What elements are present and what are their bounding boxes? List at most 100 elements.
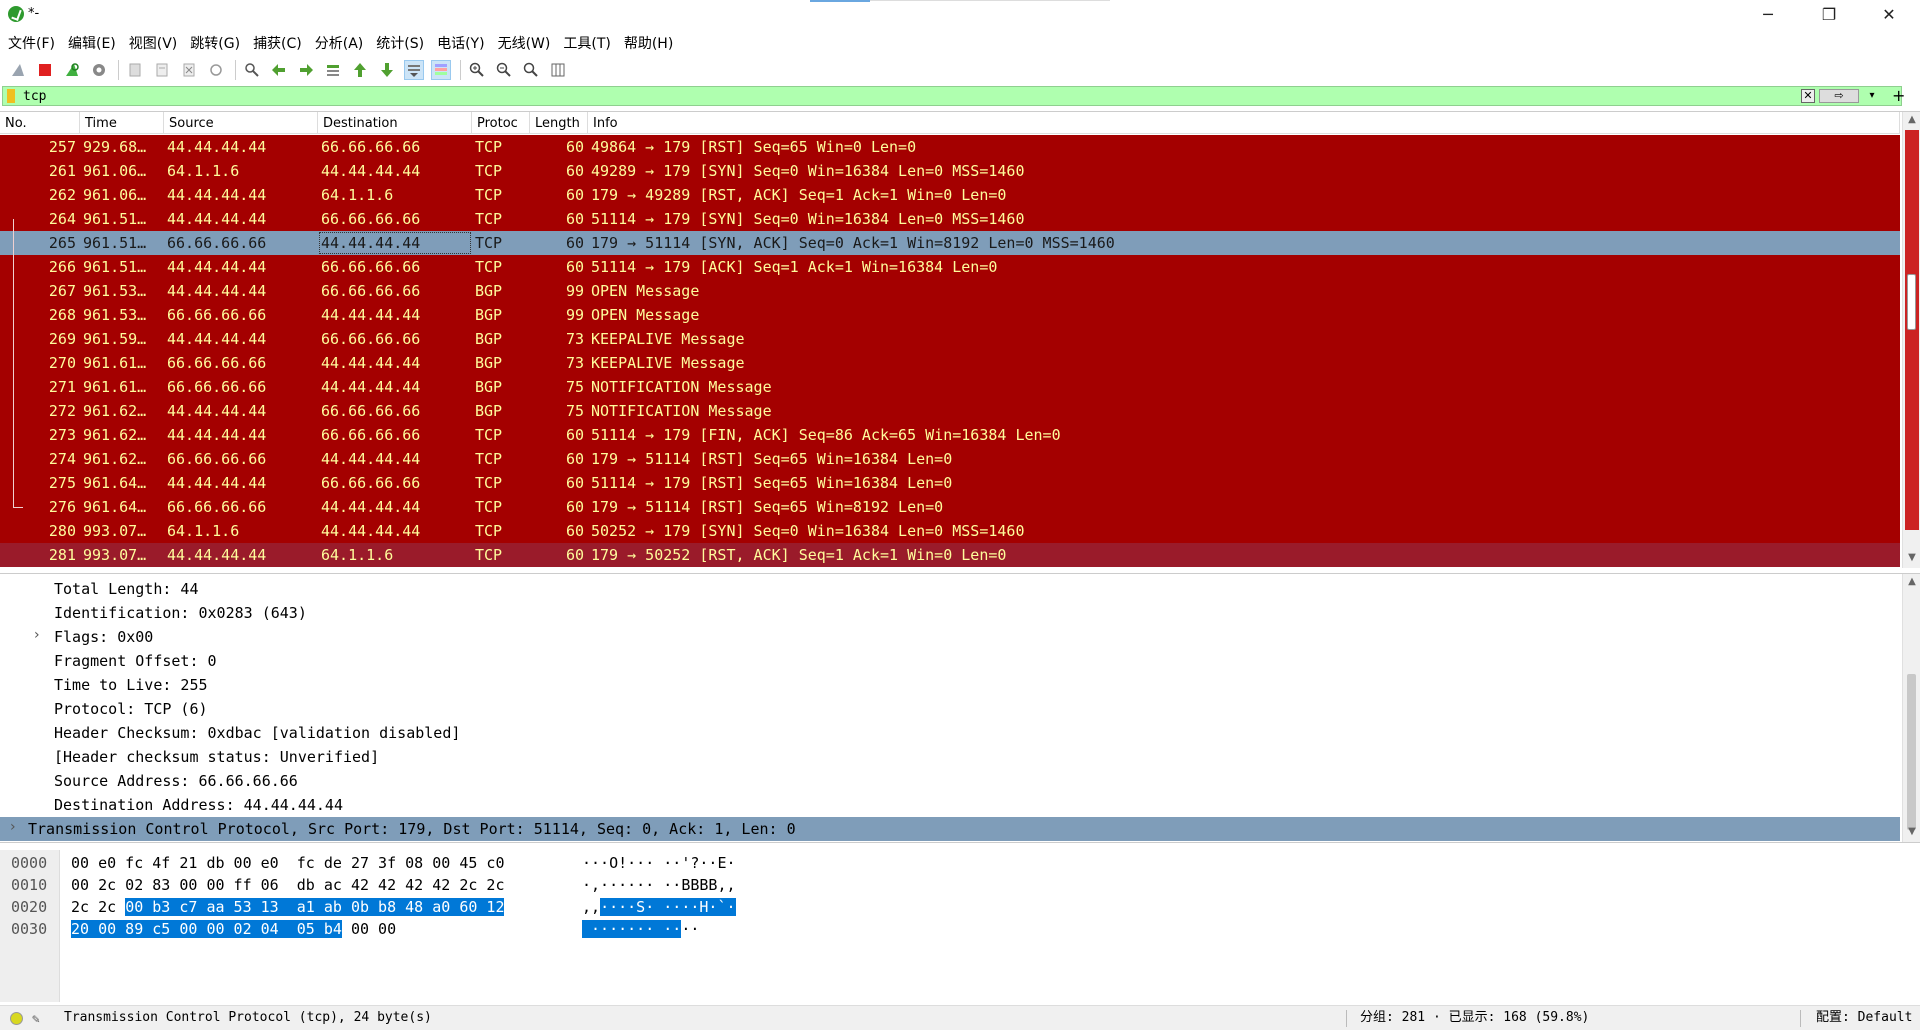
expert-info-status-icon[interactable] bbox=[10, 1012, 23, 1025]
filter-history-dropdown-icon[interactable]: ▾ bbox=[1865, 89, 1879, 103]
menu-wireless[interactable]: 无线(W) bbox=[498, 30, 558, 54]
resize-columns-icon[interactable] bbox=[548, 60, 568, 80]
packet-row[interactable]: 270 961.61… 66.66.66.66 44.44.44.44 BGP 73 KEE… bbox=[0, 351, 1900, 375]
packet-row[interactable]: 272 961.62… 44.44.44.44 66.66.66.66 BGP 75 NOT… bbox=[0, 399, 1900, 423]
add-filter-button-icon[interactable]: + bbox=[1892, 86, 1905, 106]
close-file-icon[interactable] bbox=[179, 60, 199, 80]
scroll-up-arrow-icon[interactable]: ▲ bbox=[1903, 112, 1920, 128]
packet-cell-dst: 44.44.44.44 bbox=[321, 354, 421, 372]
normal-size-icon[interactable] bbox=[521, 60, 541, 80]
apply-filter-button[interactable]: ⇨ bbox=[1819, 89, 1859, 103]
column-header-destination[interactable]: Destination bbox=[318, 112, 472, 134]
packet-row[interactable]: 271 961.61… 66.66.66.66 44.44.44.44 BGP 75 NOT… bbox=[0, 375, 1900, 399]
detail-tree-item[interactable]: Source Address: 66.66.66.66 bbox=[0, 769, 1900, 793]
menu-capture[interactable]: 捕获(C) bbox=[253, 30, 309, 54]
detail-tree-item[interactable]: Protocol: TCP (6) bbox=[0, 697, 1900, 721]
menu-file[interactable]: 文件(F) bbox=[8, 30, 62, 54]
capture-options-icon[interactable] bbox=[89, 60, 109, 80]
menu-edit[interactable]: 编辑(E) bbox=[68, 30, 123, 54]
last-packet-icon[interactable] bbox=[377, 60, 397, 80]
close-button[interactable]: ✕ bbox=[1866, 0, 1912, 29]
menu-statistics[interactable]: 统计(S) bbox=[376, 30, 431, 54]
ascii-row[interactable]: ···O!··· ··'?··E· bbox=[582, 852, 736, 874]
column-header-source[interactable]: Source bbox=[164, 112, 318, 134]
packet-cell-proto: BGP bbox=[475, 282, 503, 300]
go-to-packet-icon[interactable] bbox=[323, 60, 343, 80]
hex-row[interactable]: 2c 2c 00 b3 c7 aa 53 13 a1 ab 0b b8 48 a… bbox=[71, 896, 505, 918]
display-filter-input[interactable] bbox=[23, 88, 1723, 104]
go-forward-icon[interactable] bbox=[296, 60, 316, 80]
scroll-down-arrow-icon[interactable]: ▼ bbox=[1903, 550, 1920, 566]
menu-view[interactable]: 视图(V) bbox=[129, 30, 185, 54]
colorize-icon[interactable] bbox=[431, 60, 451, 80]
packet-row[interactable]: 261 961.06… 64.1.1.6 44.44.44.44 TCP 60 49289 … bbox=[0, 159, 1900, 183]
expand-chevron-icon[interactable]: › bbox=[10, 819, 16, 835]
first-packet-icon[interactable] bbox=[350, 60, 370, 80]
detail-tree-item[interactable]: Header Checksum: 0xdbac [validation disa… bbox=[0, 721, 1900, 745]
reload-file-icon[interactable] bbox=[206, 60, 226, 80]
expand-chevron-icon[interactable]: › bbox=[34, 627, 40, 643]
status-profile[interactable]: 配置: Default bbox=[1816, 1006, 1912, 1030]
go-back-icon[interactable] bbox=[269, 60, 289, 80]
detail-tree-item[interactable]: Destination Address: 44.44.44.44 bbox=[0, 793, 1900, 817]
details-scrollbar[interactable]: ▲ ▼ bbox=[1902, 574, 1920, 842]
menu-telephony[interactable]: 电话(Y) bbox=[437, 30, 491, 54]
stop-capture-icon[interactable] bbox=[35, 60, 55, 80]
packet-row[interactable]: 262 961.06… 44.44.44.44 64.1.1.6 TCP 60 179 → … bbox=[0, 183, 1900, 207]
packet-row[interactable]: 274 961.62… 66.66.66.66 44.44.44.44 TCP 60 179… bbox=[0, 447, 1900, 471]
ascii-row[interactable]: ·,······ ··BBBB,, bbox=[582, 874, 736, 896]
find-packet-icon[interactable] bbox=[242, 60, 262, 80]
packet-row[interactable]: 266 961.51… 44.44.44.44 66.66.66.66 TCP 60 511… bbox=[0, 255, 1900, 279]
packet-list-scrollbar[interactable]: ▲ ▼ bbox=[1902, 112, 1920, 568]
detail-tree-item[interactable]: [Header checksum status: Unverified] bbox=[0, 745, 1900, 769]
detail-tree-item[interactable]: Time to Live: 255 bbox=[0, 673, 1900, 697]
ascii-row[interactable]: ,,····S· ····H·`· bbox=[582, 896, 736, 918]
detail-tree-item[interactable]: Flags: 0x00 bbox=[0, 625, 1900, 649]
clear-filter-icon[interactable]: ✕ bbox=[1801, 89, 1815, 103]
scroll-up-arrow-icon[interactable]: ▲ bbox=[1903, 574, 1920, 590]
restart-capture-icon[interactable] bbox=[62, 60, 82, 80]
detail-tree-item[interactable]: Identification: 0x0283 (643) bbox=[0, 601, 1900, 625]
packet-row[interactable]: 268 961.53… 66.66.66.66 44.44.44.44 BGP 99 OPE… bbox=[0, 303, 1900, 327]
maximize-button[interactable]: ❐ bbox=[1806, 0, 1852, 29]
auto-scroll-icon[interactable] bbox=[404, 60, 424, 80]
detail-tree-item[interactable]: Total Length: 44 bbox=[0, 577, 1900, 601]
column-header-time[interactable]: Time bbox=[80, 112, 164, 134]
shark-fin-icon[interactable] bbox=[8, 60, 28, 80]
packet-row[interactable]: 280 993.07… 64.1.1.6 44.44.44.44 TCP 60 50252 … bbox=[0, 519, 1900, 543]
packet-row[interactable]: 265 961.51… 66.66.66.66 44.44.44.44 TCP 60 179… bbox=[0, 231, 1900, 255]
minimize-button[interactable]: ─ bbox=[1745, 0, 1791, 29]
save-file-icon[interactable] bbox=[152, 60, 172, 80]
packet-row[interactable]: 276 961.64… 66.66.66.66 44.44.44.44 TCP 60 179… bbox=[0, 495, 1900, 519]
menu-go[interactable]: 跳转(G) bbox=[190, 30, 247, 54]
menu-analyze[interactable]: 分析(A) bbox=[315, 30, 371, 54]
filter-bookmark-icon[interactable] bbox=[7, 89, 15, 103]
scroll-thumb[interactable] bbox=[1907, 274, 1916, 330]
zoom-in-icon[interactable] bbox=[467, 60, 487, 80]
packet-row[interactable]: 264 961.51… 44.44.44.44 66.66.66.66 TCP 60 511… bbox=[0, 207, 1900, 231]
packet-row[interactable]: 273 961.62… 44.44.44.44 66.66.66.66 TCP 60 511… bbox=[0, 423, 1900, 447]
detail-tree-item-tcp[interactable]: Transmission Control Protocol, Src Port:… bbox=[0, 817, 1900, 841]
menu-help[interactable]: 帮助(H) bbox=[624, 30, 680, 54]
hex-row[interactable]: 20 00 89 c5 00 00 02 04 05 b4 00 00 bbox=[71, 918, 396, 940]
column-header-length[interactable]: Length bbox=[530, 112, 588, 134]
scroll-down-arrow-icon[interactable]: ▼ bbox=[1903, 824, 1920, 840]
zoom-out-icon[interactable] bbox=[494, 60, 514, 80]
hex-row[interactable]: 00 e0 fc 4f 21 db 00 e0 fc de 27 3f 08 0… bbox=[71, 852, 504, 874]
column-header-protocol[interactable]: Protoc bbox=[472, 112, 530, 134]
hex-row[interactable]: 00 2c 02 83 00 00 ff 06 db ac 42 42 42 4… bbox=[71, 874, 504, 896]
column-header-info[interactable]: Info bbox=[588, 112, 1900, 134]
packet-row[interactable]: 281 993.07… 44.44.44.44 64.1.1.6 TCP 60 179 → … bbox=[0, 543, 1900, 567]
packet-row[interactable]: 267 961.53… 44.44.44.44 66.66.66.66 BGP 99 OPE… bbox=[0, 279, 1900, 303]
open-file-icon[interactable] bbox=[125, 60, 145, 80]
ascii-row[interactable]: ······· ···· bbox=[582, 918, 699, 940]
packet-row[interactable]: 257 929.68… 44.44.44.44 66.66.66.66 TCP 60 498… bbox=[0, 135, 1900, 159]
packet-cell-len: 99 bbox=[565, 306, 584, 324]
menu-tools[interactable]: 工具(T) bbox=[563, 30, 617, 54]
edit-comment-icon[interactable]: ✎ bbox=[32, 1008, 40, 1030]
detail-tree-item[interactable]: Fragment Offset: 0 bbox=[0, 649, 1900, 673]
packet-row[interactable]: 269 961.59… 44.44.44.44 66.66.66.66 BGP 73 KEE… bbox=[0, 327, 1900, 351]
packet-row[interactable]: 275 961.64… 44.44.44.44 66.66.66.66 TCP 60 511… bbox=[0, 471, 1900, 495]
scroll-thumb[interactable] bbox=[1907, 674, 1916, 830]
column-header-no[interactable]: No. bbox=[0, 112, 80, 134]
